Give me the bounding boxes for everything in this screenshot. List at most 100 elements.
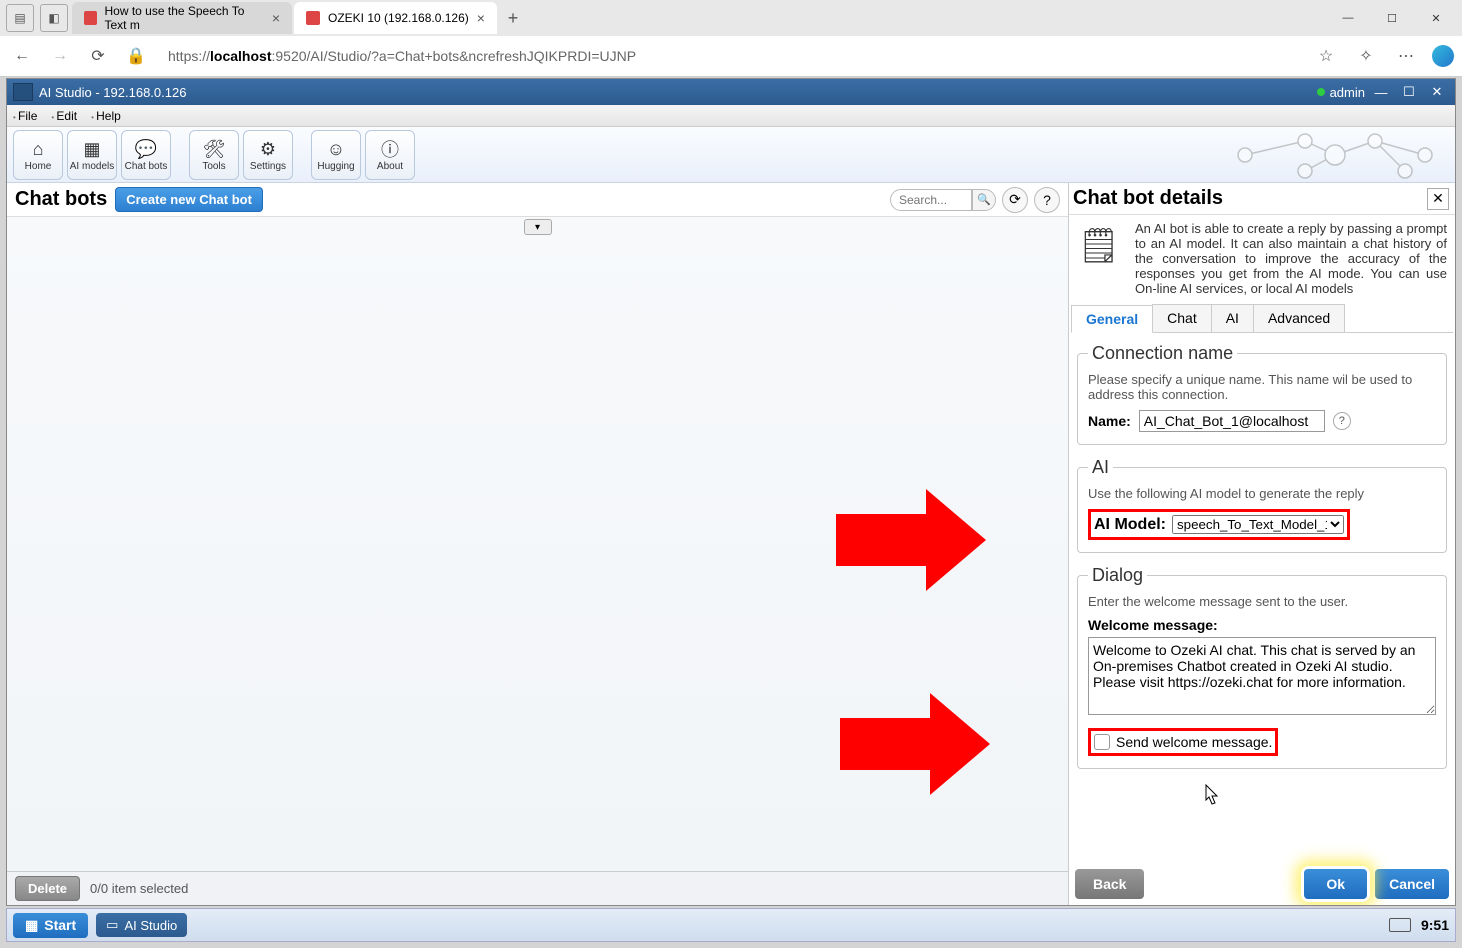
browser-tab-1[interactable]: How to use the Speech To Text m ×: [72, 2, 292, 34]
more-icon[interactable]: ⋯: [1392, 42, 1420, 70]
legend-ai: AI: [1088, 457, 1113, 478]
legend-dialog: Dialog: [1088, 565, 1147, 586]
minimize-button[interactable]: —: [1326, 3, 1370, 33]
selection-statusbar: Delete 0/0 item selected: [7, 871, 1068, 905]
toolbar-tools[interactable]: 🛠Tools: [189, 130, 239, 180]
app-toolbar: ⌂Home ▦AI models 💬Chat bots 🛠Tools ⚙Sett…: [7, 127, 1455, 183]
tab-chat[interactable]: Chat: [1152, 304, 1212, 332]
ai-model-row-highlight: AI Model: speech_To_Text_Model_1: [1088, 509, 1350, 540]
annotation-arrow-icon: [840, 693, 990, 795]
create-chat-bot-button[interactable]: Create new Chat bot: [115, 187, 263, 212]
clock: 9:51: [1421, 917, 1449, 933]
details-description: An AI bot is able to create a reply by p…: [1135, 221, 1447, 296]
list-dropdown[interactable]: ▾: [524, 219, 552, 235]
close-icon[interactable]: ×: [477, 10, 485, 26]
keyboard-icon[interactable]: [1389, 918, 1411, 932]
tab-title: How to use the Speech To Text m: [105, 4, 264, 32]
star-icon[interactable]: ☆: [1312, 42, 1340, 70]
delete-button[interactable]: Delete: [15, 876, 80, 901]
tab-general[interactable]: General: [1071, 305, 1153, 333]
search-button[interactable]: 🔍: [972, 189, 996, 211]
refresh-button[interactable]: ⟳: [1002, 187, 1028, 213]
menu-help[interactable]: Help: [91, 109, 121, 123]
details-title: Chat bot details: [1073, 187, 1223, 210]
app-minimize-button[interactable]: —: [1369, 83, 1393, 101]
chip-icon: ▦: [83, 137, 100, 161]
cancel-button[interactable]: Cancel: [1375, 869, 1449, 899]
taskbar: ▦ Start ▭ AI Studio 9:51: [6, 908, 1456, 942]
legend-connection: Connection name: [1088, 343, 1237, 364]
app-maximize-button[interactable]: ☐: [1397, 83, 1421, 101]
site-lock-icon[interactable]: 🔒: [122, 42, 150, 70]
app-user[interactable]: admin: [1330, 85, 1365, 100]
status-indicator-icon: [1317, 88, 1325, 96]
browser-chrome: ▤ ◧ How to use the Speech To Text m × OZ…: [0, 0, 1462, 77]
favorites-icon[interactable]: ✧: [1352, 42, 1380, 70]
ai-model-label: AI Model:: [1094, 516, 1166, 534]
page-icon: [84, 11, 97, 25]
tab-ai[interactable]: AI: [1211, 304, 1254, 332]
send-welcome-row-highlight: Send welcome message.: [1088, 728, 1278, 756]
panel-close-button[interactable]: ✕: [1427, 188, 1449, 210]
welcome-message-input[interactable]: Welcome to Ozeki AI chat. This chat is s…: [1088, 637, 1436, 715]
maximize-button[interactable]: ☐: [1370, 3, 1414, 33]
ai-hint: Use the following AI model to generate t…: [1088, 486, 1436, 501]
window-controls: — ☐ ✕: [1326, 3, 1458, 33]
tab-title: OZEKI 10 (192.168.0.126): [328, 11, 469, 25]
app-menubar: File Edit Help: [7, 105, 1455, 127]
dialog-hint: Enter the welcome message sent to the us…: [1088, 594, 1436, 609]
back-button[interactable]: ←: [8, 42, 36, 70]
url-field[interactable]: https://localhost:9520/AI/Studio/?a=Chat…: [160, 48, 1302, 64]
name-input[interactable]: [1139, 410, 1325, 432]
browser-address-bar: ← → ⟳ 🔒 https://localhost:9520/AI/Studio…: [0, 36, 1462, 76]
details-panel: Chat bot details ✕ 🗒 An AI bot is able t…: [1069, 183, 1455, 905]
gear-icon: ⚙: [260, 137, 276, 161]
chat-bot-icon: 🗒: [1071, 221, 1127, 271]
app-mini-icon: ▭: [106, 917, 118, 933]
tab-advanced[interactable]: Advanced: [1253, 304, 1345, 332]
profile-icon[interactable]: [1432, 45, 1454, 67]
home-icon: ⌂: [33, 137, 44, 161]
page-title: Chat bots: [15, 188, 107, 211]
start-button[interactable]: ▦ Start: [13, 913, 88, 938]
chat-icon: 💬: [135, 137, 157, 161]
new-tab-button[interactable]: +: [499, 4, 527, 32]
app-title: AI Studio - 192.168.0.126: [39, 85, 186, 100]
network-decoration-icon: [1225, 131, 1445, 179]
info-icon: ⓘ: [381, 137, 399, 161]
close-icon[interactable]: ×: [272, 10, 280, 26]
app-window: AI Studio - 192.168.0.126 admin — ☐ ✕ Fi…: [6, 78, 1456, 906]
help-icon[interactable]: ?: [1333, 412, 1351, 430]
back-button[interactable]: Back: [1075, 869, 1144, 899]
toolbar-home[interactable]: ⌂Home: [13, 130, 63, 180]
welcome-label: Welcome message:: [1088, 617, 1436, 633]
ai-model-select[interactable]: speech_To_Text_Model_1: [1172, 515, 1344, 534]
fieldset-ai: AI Use the following AI model to generat…: [1077, 457, 1447, 553]
reload-button[interactable]: ⟳: [84, 42, 112, 70]
forward-button[interactable]: →: [46, 42, 74, 70]
search-input[interactable]: [890, 189, 972, 211]
ok-button[interactable]: Ok: [1304, 869, 1367, 899]
taskbar-app-button[interactable]: ▭ AI Studio: [96, 913, 187, 937]
selection-status: 0/0 item selected: [90, 881, 188, 896]
connection-hint: Please specify a unique name. This name …: [1088, 372, 1436, 402]
app-close-button[interactable]: ✕: [1425, 83, 1449, 101]
send-welcome-checkbox[interactable]: [1094, 734, 1110, 750]
tab-overview-button[interactable]: ◧: [40, 4, 68, 32]
help-button[interactable]: ?: [1034, 187, 1060, 213]
start-icon: ▦: [25, 917, 38, 934]
toolbar-chat-bots[interactable]: 💬Chat bots: [121, 130, 171, 180]
browser-tab-2[interactable]: OZEKI 10 (192.168.0.126) ×: [294, 2, 497, 34]
toolbar-settings[interactable]: ⚙Settings: [243, 130, 293, 180]
toolbar-ai-models[interactable]: ▦AI models: [67, 130, 117, 180]
close-button[interactable]: ✕: [1414, 3, 1458, 33]
menu-file[interactable]: File: [13, 109, 37, 123]
app-titlebar: AI Studio - 192.168.0.126 admin — ☐ ✕: [7, 79, 1455, 105]
menu-edit[interactable]: Edit: [51, 109, 77, 123]
toolbar-hugging[interactable]: ☺Hugging: [311, 130, 361, 180]
fieldset-dialog: Dialog Enter the welcome message sent to…: [1077, 565, 1447, 769]
browser-tabstrip: ▤ ◧ How to use the Speech To Text m × OZ…: [0, 0, 1462, 36]
toolbar-about[interactable]: ⓘAbout: [365, 130, 415, 180]
fieldset-connection-name: Connection name Please specify a unique …: [1077, 343, 1447, 445]
tab-actions-button[interactable]: ▤: [6, 4, 34, 32]
